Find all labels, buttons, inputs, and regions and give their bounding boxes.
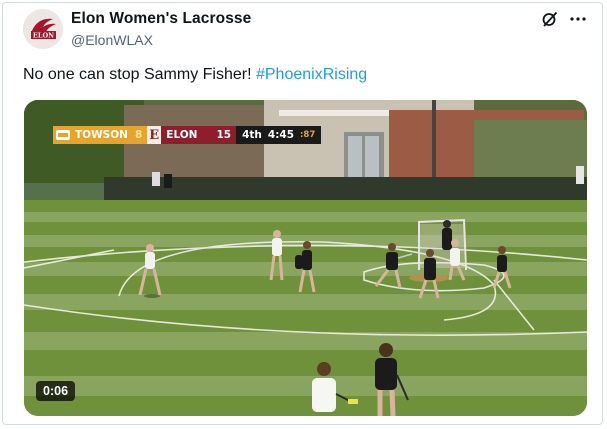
away-team-name: TOWSON — [75, 129, 128, 141]
scorebug-clock: 4th 4:45 :87 — [236, 126, 322, 144]
scorebug-home: E ELON 15 — [147, 126, 237, 144]
towson-logo-icon — [56, 130, 70, 140]
home-team-score: 15 — [216, 129, 232, 141]
home-team-name: ELON — [166, 129, 198, 141]
tweet-body: No one can stop Sammy Fisher! — [23, 66, 256, 83]
video-player[interactable]: TOWSON 8 E ELON 15 4th 4:45 :87 0:06 — [24, 100, 587, 416]
shot-clock: :87 — [300, 130, 316, 140]
elon-logo-icon: ELON — [23, 9, 63, 49]
elon-e-icon: E — [147, 126, 162, 144]
scorebug-away: TOWSON 8 — [53, 126, 148, 144]
video-frame — [24, 100, 587, 416]
more-icon[interactable] — [567, 8, 589, 28]
display-name[interactable]: Elon Women's Lacrosse — [71, 10, 251, 28]
scorebug: TOWSON 8 E ELON 15 4th 4:45 :87 — [53, 126, 322, 144]
away-team-score: 8 — [134, 129, 143, 141]
svg-text:ELON: ELON — [33, 32, 54, 40]
avatar[interactable]: ELON — [23, 9, 63, 49]
game-clock: 4:45 — [267, 129, 295, 141]
period: 4th — [242, 129, 262, 141]
hashtag-link[interactable]: #PhoenixRising — [256, 66, 367, 83]
grok-icon[interactable] — [541, 10, 559, 28]
video-elapsed-time: 0:06 — [36, 381, 76, 401]
tweet-text: No one can stop Sammy Fisher! #PhoenixRi… — [23, 66, 367, 84]
handle[interactable]: @ElonWLAX — [71, 32, 153, 48]
